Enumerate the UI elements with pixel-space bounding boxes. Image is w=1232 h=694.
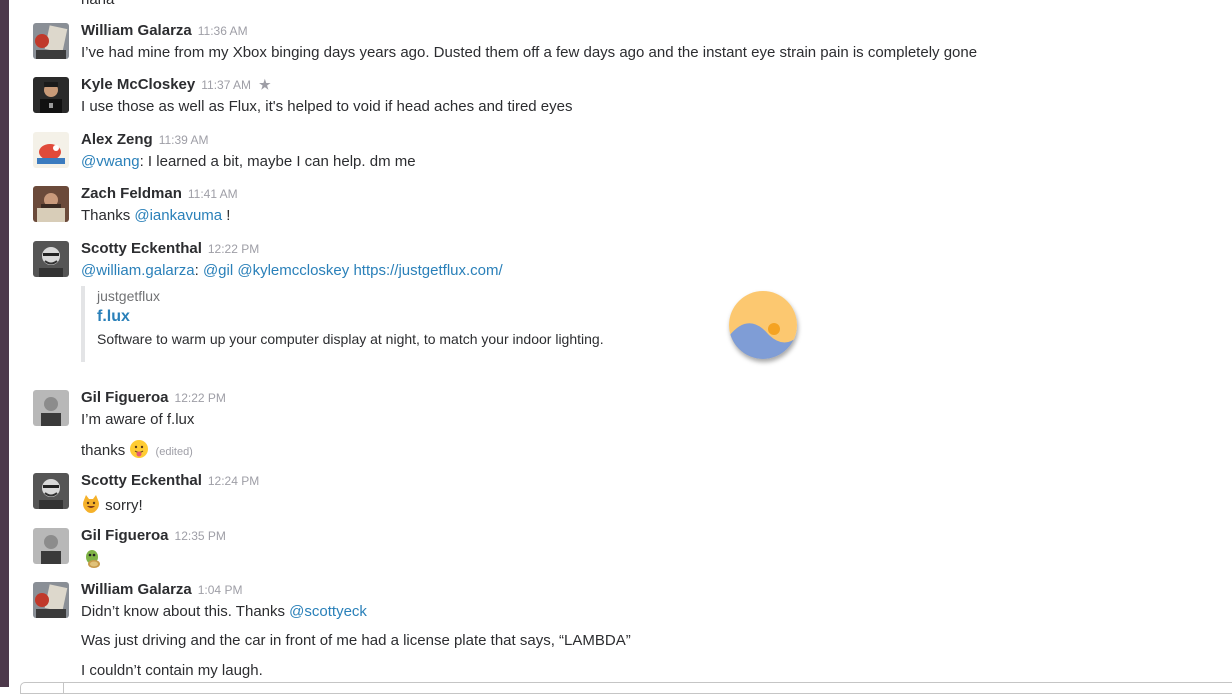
attachment-service-name: justgetflux bbox=[97, 288, 161, 304]
message-text: Didn’t know about this. Thanks @scottyec… bbox=[81, 603, 367, 620]
avatar-alex-zeng[interactable] bbox=[33, 132, 69, 168]
message-timestamp[interactable]: 11:39 AM bbox=[159, 133, 209, 147]
message-timestamp[interactable]: 12:24 PM bbox=[208, 474, 259, 488]
user-mention[interactable]: @kylemccloskey bbox=[237, 262, 349, 279]
smiley-cat-emoji-icon bbox=[81, 494, 101, 518]
star-icon[interactable]: ★ bbox=[259, 77, 271, 93]
avatar-scotty-eckenthal[interactable] bbox=[33, 473, 69, 509]
avatar-kyle-mccloskey[interactable] bbox=[33, 77, 69, 113]
message-timestamp[interactable]: 12:22 PM bbox=[175, 391, 226, 405]
message-text: sorry! bbox=[81, 494, 143, 518]
user-mention[interactable]: @iankavuma bbox=[134, 207, 222, 224]
workspace-sidebar-edge bbox=[0, 0, 9, 687]
message-author[interactable]: Gil Figueroa 12:35 PM bbox=[81, 527, 226, 544]
message-text: Was just driving and the car in front of… bbox=[81, 632, 631, 649]
message-input-box[interactable] bbox=[20, 682, 1232, 694]
user-mention[interactable]: @gil bbox=[203, 262, 233, 279]
avatar-gil-figueroa[interactable] bbox=[33, 528, 69, 564]
flux-logo-icon bbox=[729, 291, 797, 359]
message-text: thanks (edited) bbox=[81, 439, 193, 463]
url-link[interactable]: https://justgetflux.com/ bbox=[353, 262, 502, 279]
message-text: haha bbox=[81, 0, 114, 8]
message-timestamp[interactable]: 12:35 PM bbox=[175, 529, 226, 543]
message-list: haha William Galarza11:36 AM I’ve had mi… bbox=[9, 0, 1232, 687]
edited-label: (edited) bbox=[155, 445, 193, 458]
message-timestamp[interactable]: 12:22 PM bbox=[208, 242, 259, 256]
avatar-scotty-eckenthal[interactable] bbox=[33, 241, 69, 277]
user-mention[interactable]: @scottyeck bbox=[289, 603, 367, 620]
message-author[interactable]: William Galarza 11:36 AM bbox=[81, 22, 248, 39]
turtle-emoji-icon bbox=[81, 547, 103, 573]
message-author[interactable]: Zach Feldman 11:41 AM bbox=[81, 185, 238, 202]
message-text: @william.galarza: @gil @kylemccloskey ht… bbox=[81, 262, 503, 279]
avatar-william-galarza[interactable] bbox=[33, 23, 69, 59]
message-author[interactable]: Alex Zeng 11:39 AM bbox=[81, 131, 209, 148]
message-text: I’ve had mine from my Xbox binging days … bbox=[81, 44, 978, 61]
avatar-zach-feldman[interactable] bbox=[33, 186, 69, 222]
message-text: I’m aware of f.lux bbox=[81, 411, 195, 428]
message-author[interactable]: William Galarza 1:04 PM bbox=[81, 581, 242, 598]
message-timestamp[interactable]: 11:36 AM bbox=[198, 24, 248, 38]
user-mention[interactable]: @william.galarza bbox=[81, 262, 195, 279]
avatar-william-galarza[interactable] bbox=[33, 582, 69, 618]
message-text: I couldn’t contain my laugh. bbox=[81, 662, 263, 679]
avatar-gil-figueroa[interactable] bbox=[33, 390, 69, 426]
message-text: I use those as well as Flux, it's helped… bbox=[81, 98, 573, 115]
message-text: @vwang: I learned a bit, maybe I can hel… bbox=[81, 153, 416, 170]
message-author[interactable]: Scotty Eckenthal 12:22 PM bbox=[81, 240, 259, 257]
attachment-title-link[interactable]: f.lux bbox=[97, 308, 130, 326]
message-author[interactable]: Gil Figueroa 12:22 PM bbox=[81, 389, 226, 406]
user-mention[interactable]: @vwang bbox=[81, 153, 140, 170]
message-author[interactable]: Kyle McCloskey 11:37 AM ★ bbox=[81, 76, 271, 93]
attachment-description: Software to warm up your computer displa… bbox=[97, 331, 604, 347]
tongue-emoji-icon bbox=[129, 439, 149, 463]
message-author[interactable]: Scotty Eckenthal 12:24 PM bbox=[81, 472, 259, 489]
message-timestamp[interactable]: 1:04 PM bbox=[198, 583, 243, 597]
message-text bbox=[81, 547, 103, 573]
message-timestamp[interactable]: 11:37 AM bbox=[201, 78, 251, 92]
link-attachment: justgetflux f.lux Software to warm up yo… bbox=[81, 286, 645, 362]
message-text: Thanks @iankavuma ! bbox=[81, 207, 231, 224]
input-divider bbox=[63, 683, 64, 693]
message-timestamp[interactable]: 11:41 AM bbox=[188, 187, 238, 201]
